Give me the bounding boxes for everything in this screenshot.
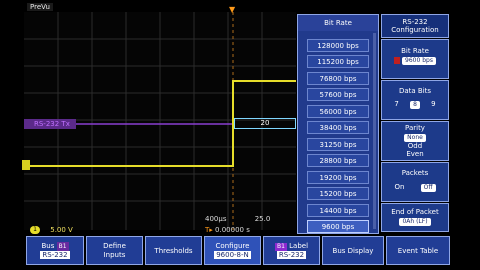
bit-rate-button[interactable]: Bit Rate 9600 bps bbox=[381, 39, 449, 79]
bus-packet-value: 20 bbox=[234, 118, 296, 129]
thresholds-button[interactable]: Thresholds bbox=[145, 236, 202, 265]
bottom-menu: Bus B1 RS-232 Define Inputs Thresholds C… bbox=[24, 236, 450, 266]
bit-rate-option[interactable]: 57600 bps bbox=[307, 88, 369, 101]
data-bits-selected: 8 bbox=[410, 101, 420, 109]
packets-on: On bbox=[394, 183, 405, 191]
bit-rate-value: 9600 bps bbox=[402, 57, 436, 65]
bit-rate-option[interactable]: 15200 bps bbox=[307, 187, 369, 200]
timebase-status: 400µs 25.0 T▸ 0.00000 s bbox=[205, 214, 301, 236]
b1-label-value: RS-232 bbox=[276, 251, 307, 259]
data-bits-high: 9 bbox=[431, 100, 436, 108]
configure-button[interactable]: Configure 9600-8-N bbox=[204, 236, 261, 265]
bus-display-button[interactable]: Bus Display bbox=[322, 236, 384, 265]
b1-label-chip: B1 bbox=[274, 243, 287, 251]
end-of-packet-button[interactable]: End of Packet 0Ah (LF) bbox=[381, 203, 449, 232]
parity-even: Even bbox=[406, 150, 424, 158]
bit-rate-option[interactable]: 14400 bps bbox=[307, 204, 369, 217]
prevu-indicator: PreVu bbox=[27, 3, 53, 11]
packets-button[interactable]: Packets On Off bbox=[381, 162, 449, 202]
bit-rate-dropdown[interactable]: Bit Rate 128000 bps 115200 bps 76800 bps… bbox=[297, 14, 379, 234]
multipurpose-knob-icon bbox=[394, 56, 401, 64]
bus-value: RS-232 bbox=[40, 251, 70, 259]
end-of-packet-value: 0Ah (LF) bbox=[399, 218, 431, 226]
trigger-icon: T▸ bbox=[205, 226, 213, 234]
bit-rate-option[interactable]: 28800 bps bbox=[307, 154, 369, 167]
bit-rate-option[interactable]: 19200 bps bbox=[307, 171, 369, 184]
ch1-badge: 1 bbox=[30, 226, 40, 234]
bit-rate-option[interactable]: 115200 bps bbox=[307, 55, 369, 68]
b1-label-button[interactable]: B1 Label RS-232 bbox=[263, 236, 320, 265]
sample-rate-value: 25.0 bbox=[254, 215, 271, 223]
define-inputs-button[interactable]: Define Inputs bbox=[86, 236, 143, 265]
data-bits-button[interactable]: Data Bits 7 8 9 bbox=[381, 80, 449, 120]
packets-off-selected: Off bbox=[420, 184, 436, 192]
bus-label: RS-232 Tx bbox=[24, 119, 76, 129]
ch1-status: 1 5.00 V bbox=[30, 225, 180, 235]
configure-value: 9600-8-N bbox=[214, 251, 251, 259]
bit-rate-option[interactable]: 76800 bps bbox=[307, 72, 369, 85]
bus-b1-chip: B1 bbox=[56, 242, 69, 251]
parity-odd: Odd bbox=[407, 142, 423, 150]
bit-rate-dropdown-title: Bit Rate bbox=[298, 15, 378, 31]
bit-rate-option-selected[interactable]: 9600 bps bbox=[307, 220, 369, 233]
ch1-ground-marker bbox=[22, 160, 30, 170]
bit-rate-option[interactable]: 38400 bps bbox=[307, 121, 369, 134]
data-bits-low: 7 bbox=[394, 100, 399, 108]
bit-rate-option[interactable]: 128000 bps bbox=[307, 39, 369, 52]
side-menu: RS-232 Configuration Bit Rate 9600 bps D… bbox=[381, 14, 449, 232]
event-table-button[interactable]: Event Table bbox=[386, 236, 450, 265]
parity-none: None bbox=[404, 134, 426, 142]
trigger-position-icon: ▼ bbox=[229, 5, 236, 14]
bit-rate-scrollbar[interactable] bbox=[373, 33, 376, 229]
bit-rate-option[interactable]: 56000 bps bbox=[307, 105, 369, 118]
bus-button[interactable]: Bus B1 RS-232 bbox=[26, 236, 84, 265]
trigger-position-value: 0.00000 s bbox=[215, 226, 250, 234]
timebase-value: 400µs bbox=[205, 215, 227, 223]
bit-rate-option[interactable]: 31250 bps bbox=[307, 138, 369, 151]
ch1-scale: 5.00 V bbox=[50, 226, 73, 234]
side-menu-title: RS-232 Configuration bbox=[381, 14, 449, 38]
oscilloscope-screen: PreVu ▼ RS-232 Tx 20 1 5.00 V 400µs 25.0… bbox=[0, 0, 480, 270]
parity-button[interactable]: Parity None Odd Even bbox=[381, 121, 449, 161]
